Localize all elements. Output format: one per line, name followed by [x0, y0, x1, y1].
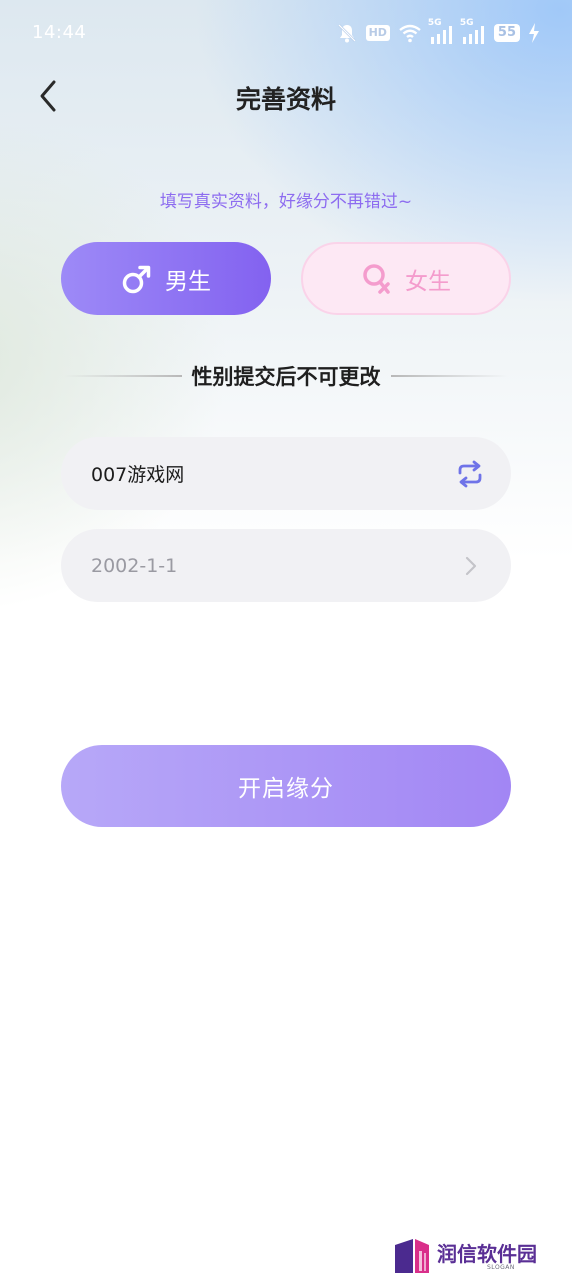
page-title: 完善资料 [235, 85, 336, 114]
signal-bars-icon [430, 26, 452, 44]
divider-left [64, 375, 182, 377]
birthday-field[interactable]: 2002-1-1 [61, 529, 511, 602]
male-label: 男生 [165, 268, 211, 295]
refresh-icon [458, 460, 482, 487]
battery-level: 55 [493, 24, 520, 42]
network-type-2: 5G [459, 18, 474, 28]
nickname-input[interactable] [91, 462, 453, 485]
watermark-logo: 润信软件园 SLOGAN [393, 1235, 563, 1275]
network-type-1: 5G [427, 18, 442, 28]
divider-right [390, 375, 508, 377]
watermark-text: 润信软件园 [437, 1242, 537, 1266]
status-time: 14:44 [32, 22, 87, 43]
notice-text: 性别提交后不可更改 [191, 365, 381, 389]
gender-notice: 性别提交后不可更改 [64, 358, 508, 394]
signal-2: 5G [460, 18, 486, 44]
wifi-icon [399, 24, 421, 43]
chevron-right-icon [459, 554, 483, 578]
random-nickname-button[interactable] [453, 457, 487, 491]
signal-1: 5G [428, 18, 454, 44]
female-button[interactable]: 女生 [301, 242, 511, 315]
hd-badge: HD [365, 25, 390, 41]
birthday-value: 2002-1-1 [91, 554, 178, 577]
subtitle: 填写真实资料，好缘分不再错过~ [159, 192, 413, 212]
male-symbol-icon [122, 265, 151, 293]
status-icons: HD 5G 5G 55 [336, 18, 540, 46]
logo-mark-icon [395, 1239, 429, 1273]
start-button[interactable]: 开启缘分 [61, 745, 511, 827]
watermark-slogan: SLOGAN [487, 1264, 515, 1271]
mute-bell-icon [337, 24, 356, 43]
signal-bars-icon [462, 26, 484, 44]
female-symbol-icon [363, 263, 390, 294]
nickname-field [61, 437, 511, 510]
charging-bolt-icon [529, 23, 539, 43]
female-label: 女生 [405, 268, 451, 295]
male-button[interactable]: 男生 [61, 242, 271, 315]
